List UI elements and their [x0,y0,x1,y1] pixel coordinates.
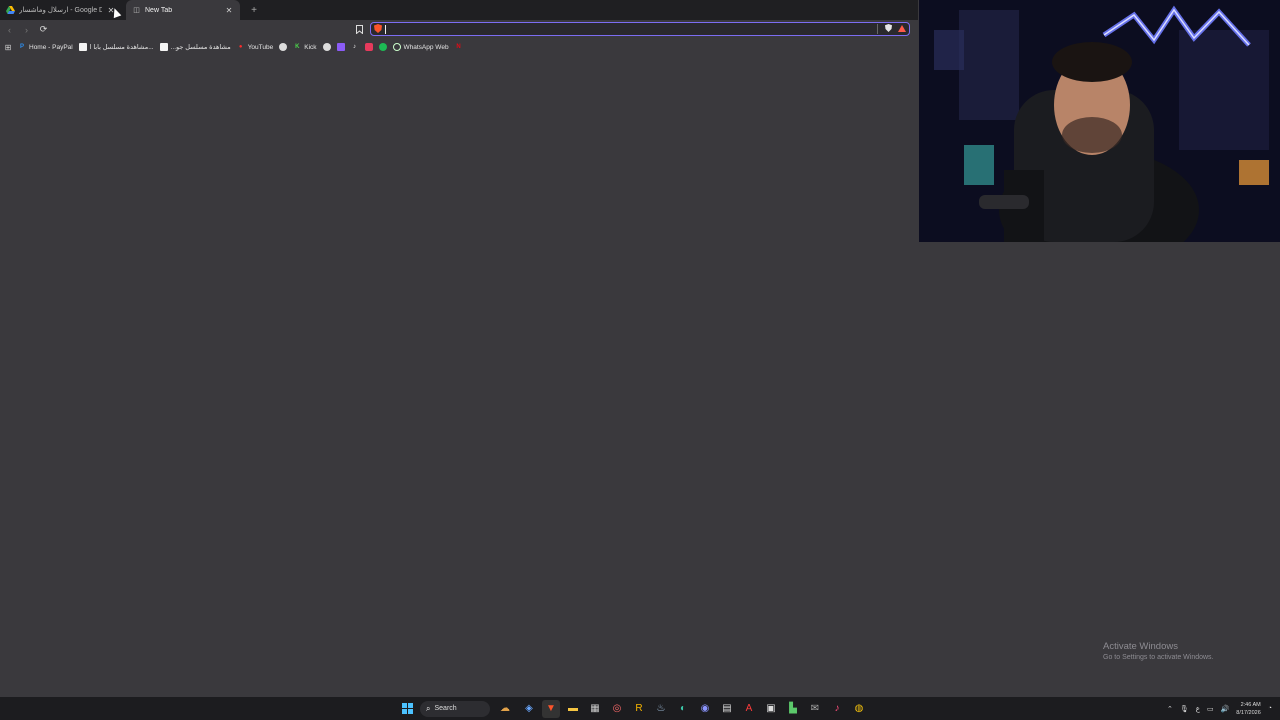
bookmark-label: Home - PayPal [29,43,73,51]
tab-new-tab[interactable]: ◫ New Tab ✕ [126,0,240,20]
bookmark-item[interactable]: ♪ [351,43,359,51]
tiktok-icon: ♪ [353,44,357,50]
bookmark-icon[interactable] [352,22,366,36]
clock-date: 8/17/2026 [1236,709,1261,716]
app-icon[interactable]: ▣ [762,700,780,718]
bookmark-label: WhatsApp Web [403,43,449,51]
file-explorer-icon[interactable]: ▬ [564,700,582,718]
bookmark-item[interactable]: P Home - PayPal [18,43,73,51]
bookmark-label: مشاهدة مسلسل بابا ا... [89,44,154,51]
system-tray: ⌃ 🎙 ع ▭ 🔊 2:46 AM 8/17/2026 ◔ [1167,697,1272,720]
bookmark-item[interactable]: ● YouTube [237,43,274,51]
bookmark-item[interactable] [378,43,387,51]
microphone-icon[interactable]: 🎙 [1180,705,1189,713]
chrome-icon[interactable]: ◍ [850,700,868,718]
address-bar[interactable] [370,22,910,36]
bookmark-item[interactable] [279,43,288,51]
site-icon [279,43,288,51]
forward-arrow-icon[interactable]: › [19,22,34,37]
bookmark-label: YouTube [247,43,274,51]
close-tab-icon[interactable]: ✕ [224,6,234,15]
whatsapp-icon [392,43,401,51]
tab-title: New Tab [145,6,173,14]
app-icon[interactable]: ✉ [806,700,824,718]
copilot-icon[interactable]: ◈ [520,700,538,718]
watermark-subtitle: Go to Settings to activate Windows. [1103,654,1214,661]
app-icon[interactable]: ▤ [718,700,736,718]
taskbar: ⌕ Search ☁ ◈ ▼ ▬ ▦ ◎ R ♨ ◐ ◉ ▤ A ▣ ▙ ✉ ♪… [0,697,1280,720]
page-icon [78,43,87,51]
bookmark-item[interactable]: مشاهدة مسلسل بابا ا... [78,43,154,51]
bookmark-label: ...مشاهدة مسلسل جو [170,44,231,51]
tab-strip: ارسلال وماشسار - Google Drive ✕ ◫ New Ta… [0,0,918,20]
reload-icon[interactable]: ⟳ [36,22,51,37]
divider [877,24,878,34]
acrobat-icon[interactable]: A [740,700,758,718]
edge-icon[interactable]: ◐ [674,700,692,718]
browser-toolbar: ‹ › ⟳ [0,20,918,39]
windows-start-icon[interactable] [398,700,416,718]
brave-browser-icon[interactable]: ▼ [542,699,560,718]
shield-icon[interactable] [881,24,895,34]
new-tab-icon: ◫ [133,7,140,14]
bookmark-item[interactable] [364,43,373,51]
kick-icon: K [295,44,300,50]
bookmark-item[interactable]: WhatsApp Web [392,43,449,51]
rewards-triangle-icon[interactable] [895,24,909,34]
youtube-icon: ● [238,44,243,50]
taskbar-apps: ⌕ Search ☁ ◈ ▼ ▬ ▦ ◎ R ♨ ◐ ◉ ▤ A ▣ ▙ ✉ ♪… [398,697,868,720]
back-arrow-icon[interactable]: ‹ [2,22,17,37]
apps-grid-icon: ⊞ [4,42,12,52]
app-icon[interactable]: ◎ [608,700,626,718]
brave-shield-icon[interactable] [371,23,385,35]
app-icon[interactable]: ▙ [784,700,802,718]
site-icon [322,43,331,51]
notification-bell-icon[interactable]: ◔ [1268,705,1272,712]
netflix-icon: N [456,44,461,50]
taskbar-search[interactable]: ⌕ Search [420,700,490,717]
watermark-title: Activate Windows [1103,641,1178,652]
apps-grid-button[interactable]: ⊞ [4,42,12,52]
twitch-icon [336,43,345,51]
search-icon: ⌕ [426,703,431,713]
google-drive-icon [6,6,15,15]
widgets-icon[interactable]: ☁ [494,700,516,718]
discord-icon[interactable]: ◉ [696,700,714,718]
clock[interactable]: 2:46 AM 8/17/2026 [1236,701,1260,717]
tiktok-icon[interactable]: ♪ [828,700,846,718]
bookmark-item[interactable]: K Kick [293,43,316,51]
webcam-scene [919,0,1280,242]
tab-title: ارسلال وماشسار - Google Drive [19,7,102,14]
activate-windows-watermark: Activate Windows Go to Settings to activ… [1103,641,1214,661]
spotify-icon [378,43,387,51]
bookmarks-bar: ⊞ P Home - PayPal مشاهدة مسلسل بابا ا...… [0,39,918,55]
calculator-icon[interactable]: ▦ [586,700,604,718]
search-label: Search [434,705,457,712]
page-icon [159,43,168,51]
language-indicator[interactable]: ع [1196,705,1200,713]
bookmark-item[interactable]: N [455,43,463,51]
bookmark-label: Kick [304,43,317,51]
address-input[interactable] [385,24,874,34]
chevron-up-icon[interactable]: ⌃ [1167,705,1173,713]
volume-icon[interactable]: 🔊 [1221,705,1230,713]
clock-time: 2:46 AM [1240,701,1261,708]
network-icon[interactable]: ▭ [1207,705,1214,713]
bookmark-item[interactable]: ...مشاهدة مسلسل جو [159,43,231,51]
tab-google-drive[interactable]: ارسلال وماشسار - Google Drive ✕ [0,0,122,20]
paypal-icon: P [19,44,24,50]
steam-icon[interactable]: ♨ [652,700,670,718]
new-tab-plus-icon[interactable]: + [244,0,264,20]
site-icon [364,43,373,51]
app-icon[interactable]: R [630,700,648,718]
webcam-overlay [919,0,1280,242]
bookmark-item[interactable] [336,43,345,51]
bookmark-item[interactable] [322,43,331,51]
